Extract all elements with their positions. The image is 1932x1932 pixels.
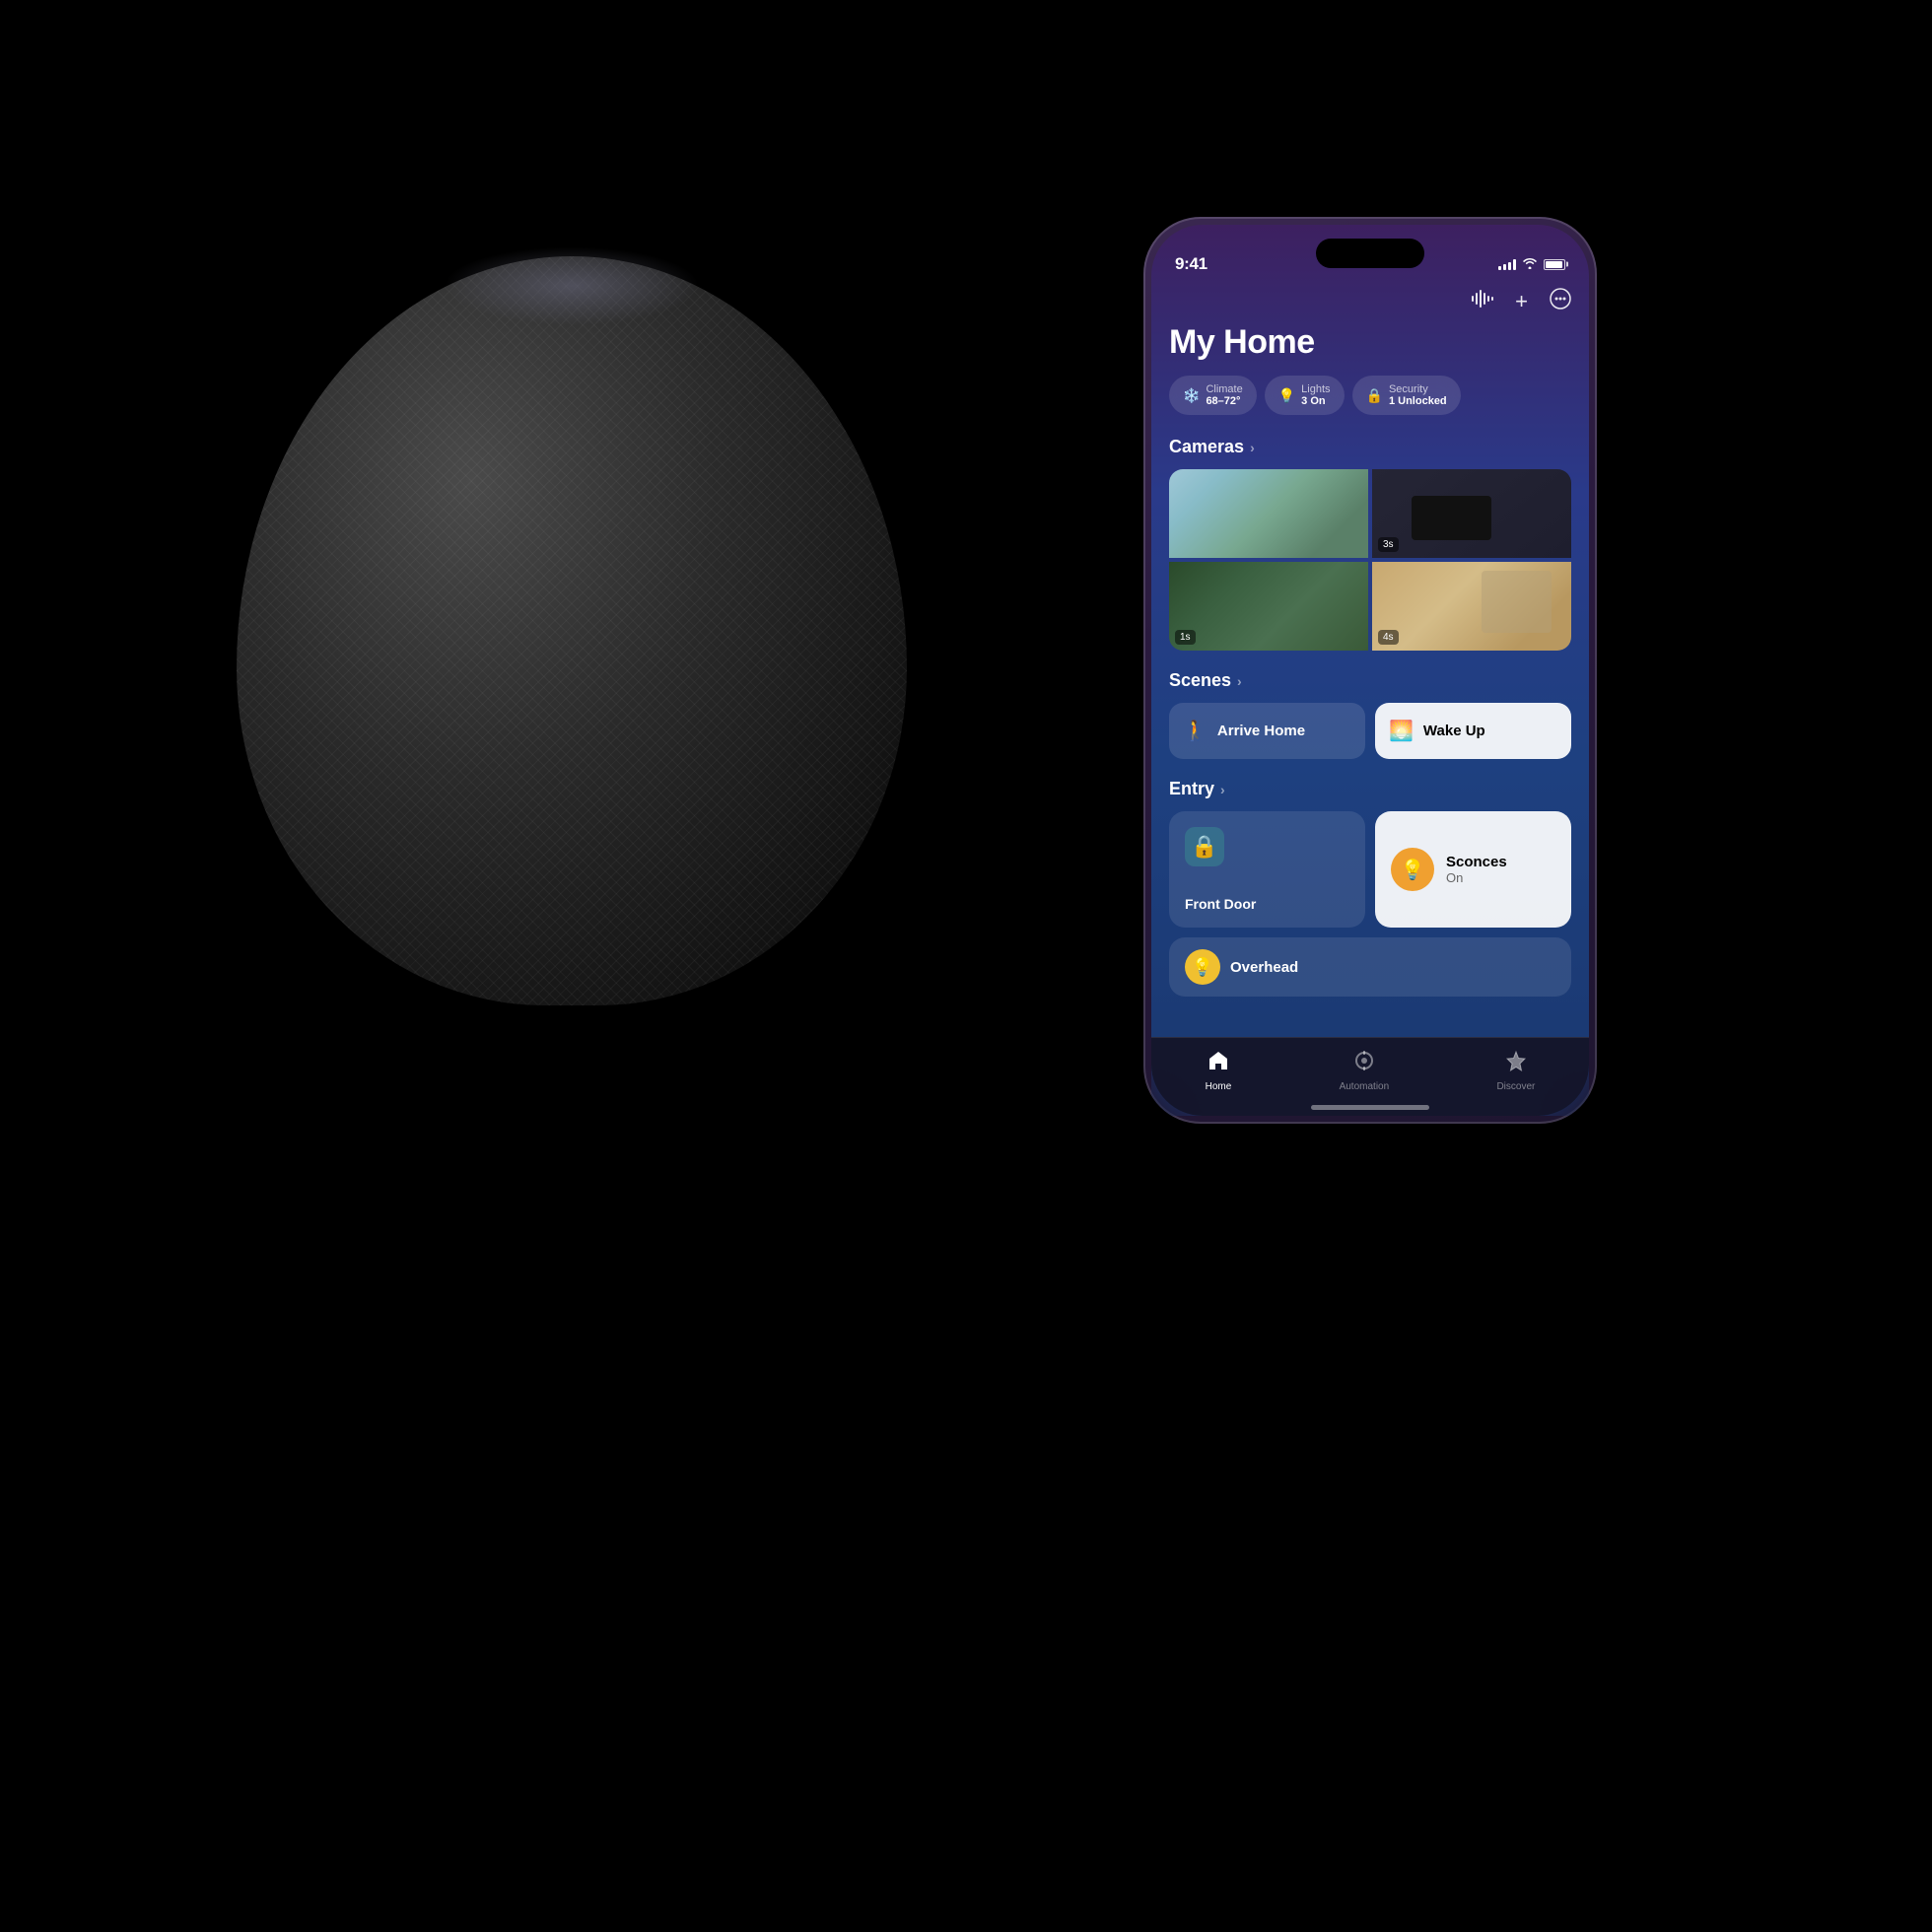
scenes-section-header[interactable]: Scenes ›: [1169, 670, 1571, 691]
sconce-bulb-icon: 💡: [1401, 858, 1425, 882]
scenes-arrow: ›: [1237, 673, 1242, 689]
climate-value: 68–72°: [1206, 395, 1242, 407]
entry-grid: 🔒 Front Door 💡 Sconces On: [1169, 811, 1571, 928]
front-door-lock-icon: 🔒: [1185, 827, 1224, 866]
lights-value: 3 On: [1301, 395, 1330, 407]
iphone: 9:41: [1143, 217, 1597, 1124]
cameras-label: Cameras: [1169, 437, 1244, 457]
lock-icon: 🔒: [1191, 834, 1217, 860]
wifi-icon: [1522, 256, 1538, 272]
status-time: 9:41: [1175, 254, 1208, 274]
wake-up-label: Wake Up: [1423, 723, 1485, 739]
waveform-icon[interactable]: [1472, 290, 1493, 313]
lights-label: Lights: [1301, 383, 1330, 395]
scenes-row: 🚶 Arrive Home 🌅 Wake Up: [1169, 703, 1571, 759]
entry-section: Entry › 🔒 Front Door: [1169, 779, 1571, 997]
wake-up-icon: 🌅: [1389, 719, 1414, 743]
arrive-home-label: Arrive Home: [1217, 723, 1305, 739]
arrive-home-icon: 🚶: [1183, 719, 1208, 743]
tab-discover-label: Discover: [1496, 1081, 1535, 1092]
entry-section-header[interactable]: Entry ›: [1169, 779, 1571, 799]
camera-timestamp-4: 4s: [1378, 630, 1399, 645]
camera-grid: 3s 1s 4s: [1169, 469, 1571, 651]
entry-label: Entry: [1169, 779, 1214, 799]
homepod-top: [444, 246, 700, 325]
camera-timestamp-3: 1s: [1175, 630, 1196, 645]
tab-home-icon: [1208, 1050, 1229, 1077]
sconces-card[interactable]: 💡 Sconces On: [1375, 811, 1571, 928]
more-icon[interactable]: [1550, 288, 1571, 315]
security-label: Security: [1389, 383, 1447, 395]
battery-icon: [1544, 259, 1565, 270]
lights-icon: 💡: [1278, 387, 1295, 404]
homepod: [197, 256, 946, 1065]
add-icon[interactable]: +: [1515, 289, 1528, 314]
sconce-icon: 💡: [1391, 848, 1434, 891]
wake-up-button[interactable]: 🌅 Wake Up: [1375, 703, 1571, 759]
camera-timestamp-2: 3s: [1378, 537, 1399, 552]
tab-automation[interactable]: Automation: [1340, 1050, 1390, 1092]
security-value: 1 Unlocked: [1389, 395, 1447, 407]
sconces-status: On: [1446, 870, 1507, 885]
status-icons: [1498, 256, 1565, 272]
overhead-label: Overhead: [1230, 959, 1298, 976]
cameras-arrow: ›: [1250, 440, 1255, 455]
camera-cell-3[interactable]: 1s: [1169, 562, 1368, 651]
sconces-name: Sconces: [1446, 854, 1507, 870]
homepod-mesh: [237, 256, 907, 1005]
scenes-section: Scenes › 🚶 Arrive Home 🌅 Wake Up: [1169, 670, 1571, 759]
home-title: My Home: [1169, 323, 1571, 362]
homepod-shape: [237, 256, 907, 1005]
climate-label: Climate: [1206, 383, 1242, 395]
iphone-screen: 9:41: [1151, 225, 1589, 1116]
camera-cell-2[interactable]: 3s: [1372, 469, 1571, 558]
cameras-section-header[interactable]: Cameras ›: [1169, 437, 1571, 457]
overhead-bulb-icon: 💡: [1192, 957, 1213, 978]
chip-security[interactable]: 🔒 Security 1 Unlocked: [1352, 376, 1461, 415]
dynamic-island: [1316, 239, 1424, 268]
camera-cell-1[interactable]: [1169, 469, 1368, 558]
camera-cell-4[interactable]: 4s: [1372, 562, 1571, 651]
scenes-label: Scenes: [1169, 670, 1231, 691]
front-door-label: Front Door: [1185, 866, 1256, 912]
battery-fill: [1546, 261, 1562, 268]
tab-home[interactable]: Home: [1206, 1050, 1232, 1092]
tab-discover[interactable]: Discover: [1496, 1050, 1535, 1092]
entry-arrow: ›: [1220, 782, 1225, 797]
app-content: + My Home: [1151, 284, 1589, 1116]
front-door-card[interactable]: 🔒 Front Door: [1169, 811, 1365, 928]
home-indicator: [1311, 1105, 1429, 1110]
chip-climate[interactable]: ❄️ Climate 68–72°: [1169, 376, 1257, 415]
overhead-icon: 💡: [1185, 949, 1220, 985]
climate-icon: ❄️: [1183, 387, 1200, 404]
overhead-card[interactable]: 💡 Overhead: [1169, 937, 1571, 997]
iphone-outer: 9:41: [1143, 217, 1597, 1124]
tab-bar: Home Automation: [1151, 1037, 1589, 1116]
toolbar: +: [1169, 284, 1571, 315]
homepod-body: [237, 256, 907, 1005]
category-chips: ❄️ Climate 68–72° 💡 Lights 3 On: [1169, 376, 1571, 415]
tab-discover-icon: [1505, 1050, 1527, 1077]
tab-automation-icon: [1353, 1050, 1375, 1077]
chip-lights[interactable]: 💡 Lights 3 On: [1265, 376, 1345, 415]
tab-automation-label: Automation: [1340, 1081, 1390, 1092]
tab-home-label: Home: [1206, 1081, 1232, 1092]
signal-bars-icon: [1498, 258, 1516, 270]
main-scene: 9:41: [0, 0, 1932, 1932]
arrive-home-button[interactable]: 🚶 Arrive Home: [1169, 703, 1365, 759]
security-icon: 🔒: [1366, 387, 1383, 404]
